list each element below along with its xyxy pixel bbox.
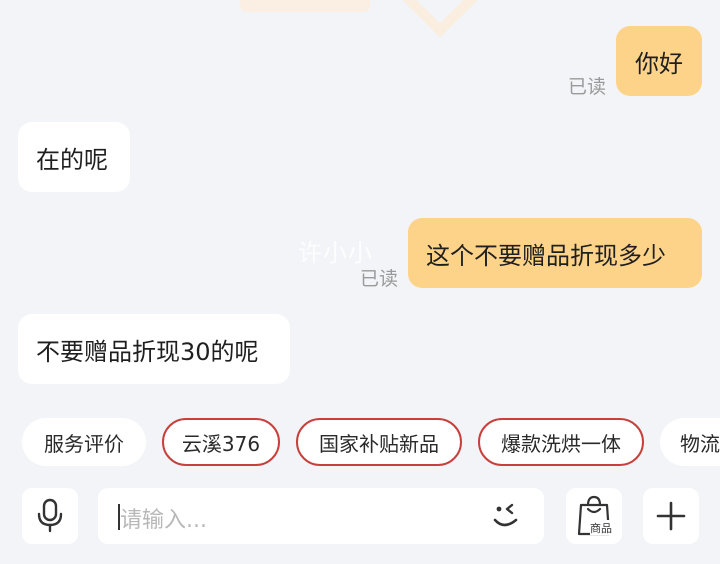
message-text: 不要赠品折现30的呢 [36, 337, 259, 366]
quick-reply-subsidy-products[interactable]: 国家补贴新品 [296, 418, 462, 466]
message-bubble-sent[interactable]: 你好 [616, 26, 702, 96]
shopping-bag-icon: 商品 [577, 495, 612, 536]
voice-button[interactable] [22, 488, 78, 544]
read-status: 已读 [568, 76, 607, 98]
microphone-icon [37, 498, 63, 533]
quick-reply-bar: 服务评价 云溪376 国家补贴新品 爆款洗烘一体 物流 [0, 418, 720, 468]
watermark-text: 许小小 [298, 239, 373, 267]
message-bubble-received[interactable]: 在的呢 [18, 122, 130, 192]
message-text: 在的呢 [36, 145, 108, 174]
message-input[interactable]: 请输入... [98, 488, 544, 544]
plus-icon [656, 501, 686, 531]
chip-label: 物流 [680, 431, 720, 456]
background-decoration [240, 0, 370, 12]
chip-label: 爆款洗烘一体 [501, 431, 621, 456]
product-button[interactable]: 商品 [566, 488, 622, 544]
chip-label: 云溪376 [181, 431, 261, 456]
message-text: 你好 [635, 49, 683, 78]
chip-label: 国家补贴新品 [319, 431, 439, 456]
product-label: 商品 [590, 521, 612, 535]
quick-reply-service-rating[interactable]: 服务评价 [22, 418, 146, 466]
input-placeholder: 请输入... [120, 508, 207, 533]
message-text: 这个不要赠品折现多少 [426, 241, 666, 270]
more-button[interactable] [643, 488, 699, 544]
message-bubble-sent[interactable]: 这个不要赠品折现多少 [408, 218, 702, 288]
read-status: 已读 [360, 268, 399, 290]
chip-label: 服务评价 [44, 431, 124, 456]
emoji-icon[interactable] [490, 500, 526, 534]
quick-reply-yunxi[interactable]: 云溪376 [162, 418, 280, 466]
quick-reply-logistics[interactable]: 物流 [660, 418, 720, 466]
background-decoration [400, 0, 480, 38]
quick-reply-washer-dryer[interactable]: 爆款洗烘一体 [478, 418, 644, 466]
message-bubble-received[interactable]: 不要赠品折现30的呢 [18, 314, 290, 384]
